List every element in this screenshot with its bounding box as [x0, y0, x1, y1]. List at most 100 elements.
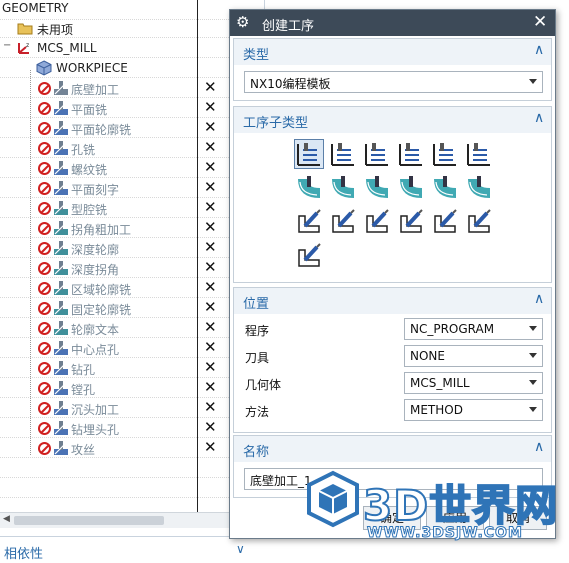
- dropdown-arrow-icon[interactable]: [529, 79, 537, 84]
- tree-row-operation[interactable]: 中心点孔 ✕: [0, 338, 265, 358]
- type-section-header[interactable]: 类型 ∧: [234, 39, 551, 65]
- dropdown-arrow-icon[interactable]: [529, 407, 537, 412]
- tree-row-operation[interactable]: 镗孔 ✕: [0, 378, 265, 398]
- ok-button[interactable]: 确定: [363, 506, 421, 530]
- tree-row-operation[interactable]: 孔铣 ✕: [0, 138, 265, 158]
- tree-row-operation[interactable]: 平面轮廓铣 ✕: [0, 118, 265, 138]
- method-select-value: METHOD: [410, 403, 463, 417]
- dropdown-arrow-icon[interactable]: [529, 380, 537, 385]
- tree-row-operation[interactable]: 拐角粗加工 ✕: [0, 218, 265, 238]
- thread-milling-subtype-icon[interactable]: [430, 139, 460, 169]
- floor-wall-subtype-icon[interactable]: [294, 139, 324, 169]
- status-x-icon: ✕: [204, 358, 217, 376]
- status-x-icon: ✕: [204, 438, 217, 456]
- tree-row-operation[interactable]: 螺纹铣 ✕: [0, 158, 265, 178]
- svg-text:z: z: [26, 42, 29, 49]
- location-section-header[interactable]: 位置 ∧: [234, 288, 551, 314]
- type-section: 类型 ∧ NX10编程模板: [233, 38, 552, 101]
- subtype-section-header[interactable]: 工序子类型 ∧: [234, 107, 551, 133]
- spot-drill-subtype-icon[interactable]: [328, 207, 358, 237]
- chevron-up-icon[interactable]: ∧: [534, 42, 544, 58]
- method-select[interactable]: METHOD: [404, 399, 543, 421]
- scroll-thumb[interactable]: [14, 516, 164, 525]
- tree-row-unused[interactable]: 未用项: [0, 18, 265, 38]
- countersink-subtype-icon[interactable]: [464, 207, 494, 237]
- cancel-button[interactable]: 取消: [489, 506, 547, 530]
- name-section: 名称 ∧ 底壁加工_1: [233, 435, 552, 498]
- operation-label: 平面铣: [71, 103, 108, 117]
- tree-row-operation[interactable]: 钻孔 ✕: [0, 358, 265, 378]
- program-select[interactable]: NC_PROGRAM: [404, 318, 543, 340]
- operation-name-input[interactable]: 底壁加工_1: [244, 468, 543, 490]
- tapping-subtype-icon[interactable]: [294, 241, 324, 271]
- tree-workpiece-label: WORKPIECE: [56, 61, 128, 75]
- spot-drill-icon: [54, 341, 68, 355]
- chevron-up-icon[interactable]: ∧: [534, 110, 544, 126]
- cavity-mill-subtype-icon[interactable]: [294, 173, 324, 203]
- planar-text-subtype-icon[interactable]: [464, 139, 494, 169]
- cavity-mill-icon: [54, 201, 68, 215]
- tree-row-operation[interactable]: 型腔铣 ✕: [0, 198, 265, 218]
- scroll-left-icon[interactable]: ◀: [3, 514, 10, 524]
- workpiece-cube-icon: [36, 60, 52, 76]
- tree-row-mcs[interactable]: − z MCS_MILL: [0, 38, 265, 58]
- tapping-icon: [54, 441, 68, 455]
- tree-row-operation[interactable]: 深度拐角 ✕: [0, 258, 265, 278]
- tree-row-operation[interactable]: 底壁加工 ✕: [0, 78, 265, 98]
- dialog-title-bar[interactable]: ⚙ 创建工序 ✕: [230, 10, 555, 36]
- drilling-subtype-icon[interactable]: [362, 207, 392, 237]
- gear-icon[interactable]: ⚙: [236, 13, 249, 31]
- dropdown-arrow-icon[interactable]: [529, 353, 537, 358]
- floor-wall-op-icon: [54, 81, 68, 95]
- zlevel-profile-subtype-icon[interactable]: [362, 173, 392, 203]
- horizontal-scrollbar[interactable]: ◀ ▶: [0, 512, 265, 528]
- tree-row-operation[interactable]: 深度轮廓 ✕: [0, 238, 265, 258]
- hole-milling-subtype-icon[interactable]: [396, 139, 426, 169]
- tool-select[interactable]: NONE: [404, 345, 543, 367]
- tree-root-label: GEOMETRY: [2, 1, 69, 15]
- counterbore-subtype-icon[interactable]: [430, 207, 460, 237]
- corner-rough-subtype-icon[interactable]: [328, 173, 358, 203]
- tree-row-geometry[interactable]: GEOMETRY: [0, 0, 265, 20]
- chevron-up-icon[interactable]: ∧: [534, 439, 544, 455]
- name-section-header[interactable]: 名称 ∧: [234, 436, 551, 462]
- planar-text-icon: [54, 181, 68, 195]
- status-x-icon: ✕: [204, 258, 217, 276]
- tree-row-workpiece[interactable]: WORKPIECE: [0, 58, 265, 78]
- geometry-select[interactable]: MCS_MILL: [404, 372, 543, 394]
- boring-icon: [54, 381, 68, 395]
- zlevel-corner-subtype-icon[interactable]: [396, 173, 426, 203]
- tree-row-operation[interactable]: 钻埋头孔 ✕: [0, 418, 265, 438]
- contour-text-subtype-icon[interactable]: [294, 207, 324, 237]
- planar-mill-subtype-icon[interactable]: [328, 139, 358, 169]
- fixed-contour-subtype-icon[interactable]: [464, 173, 494, 203]
- status-x-icon: ✕: [204, 178, 217, 196]
- tree-row-operation[interactable]: 轮廓文本 ✕: [0, 318, 265, 338]
- tree-row-operation[interactable]: 平面刻字 ✕: [0, 178, 265, 198]
- status-x-icon: ✕: [204, 78, 217, 96]
- dependency-panel[interactable]: 相依性 ∨: [0, 536, 265, 563]
- not-generated-icon: [38, 442, 51, 455]
- tree-mcs-label: MCS_MILL: [37, 41, 97, 55]
- planar-profile-subtype-icon[interactable]: [362, 139, 392, 169]
- tree-row-operation[interactable]: 沉头加工 ✕: [0, 398, 265, 418]
- empty-row: [0, 458, 265, 478]
- type-select[interactable]: NX10编程模板: [244, 71, 543, 93]
- chevron-down-icon[interactable]: ∨: [236, 542, 245, 556]
- tree-row-operation[interactable]: 固定轮廓铣 ✕: [0, 298, 265, 318]
- boring-subtype-icon[interactable]: [396, 207, 426, 237]
- dropdown-arrow-icon[interactable]: [529, 326, 537, 331]
- apply-button[interactable]: 应用: [426, 506, 484, 530]
- close-icon[interactable]: ✕: [533, 12, 547, 32]
- chevron-up-icon[interactable]: ∧: [534, 291, 544, 307]
- operation-name-value: 底壁加工_1: [250, 474, 312, 488]
- tree-row-operation[interactable]: 区域轮廓铣 ✕: [0, 278, 265, 298]
- status-x-icon: ✕: [204, 218, 217, 236]
- empty-row: [0, 478, 265, 498]
- collapse-icon[interactable]: −: [3, 40, 11, 51]
- area-contour-subtype-icon[interactable]: [430, 173, 460, 203]
- program-select-value: NC_PROGRAM: [410, 322, 495, 336]
- tool-label: 刀具: [245, 351, 270, 365]
- tree-row-operation[interactable]: 平面铣 ✕: [0, 98, 265, 118]
- tree-row-operation[interactable]: 攻丝 ✕: [0, 438, 265, 458]
